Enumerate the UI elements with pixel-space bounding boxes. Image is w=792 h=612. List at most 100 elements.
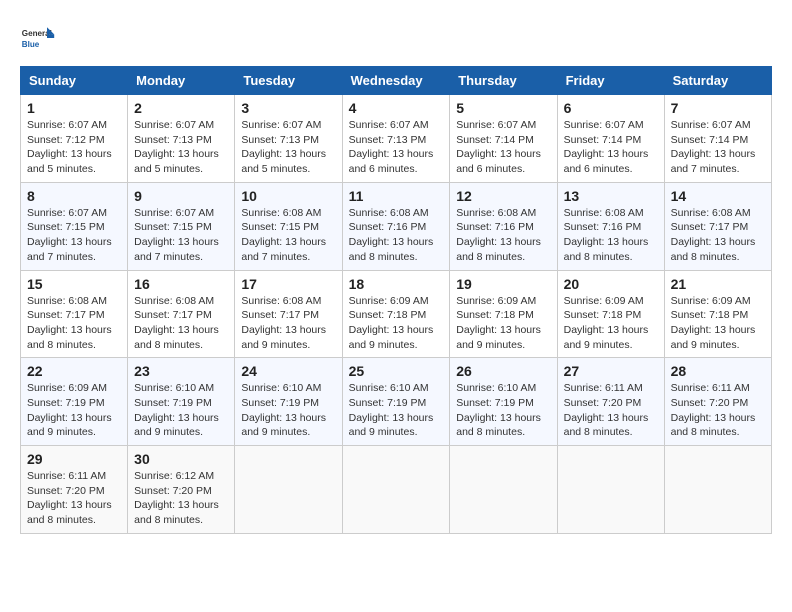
day-number: 3 — [241, 100, 335, 116]
calendar-table: SundayMondayTuesdayWednesdayThursdayFrid… — [20, 66, 772, 534]
calendar-week-row: 8 Sunrise: 6:07 AMSunset: 7:15 PMDaylight… — [21, 182, 772, 270]
day-number: 1 — [27, 100, 121, 116]
column-header-tuesday: Tuesday — [235, 67, 342, 95]
calendar-cell: 9Sunrise: 6:07 AMSunset: 7:15 PMDaylight… — [128, 182, 235, 270]
day-number: 19 — [456, 276, 550, 292]
calendar-cell: 1 Sunrise: 6:07 AMSunset: 7:12 PMDaylight… — [21, 95, 128, 183]
day-info: Sunrise: 6:10 AMSunset: 7:19 PMDaylight:… — [134, 381, 228, 440]
day-number: 17 — [241, 276, 335, 292]
day-info: Sunrise: 6:09 AMSunset: 7:18 PMDaylight:… — [456, 294, 550, 353]
day-number: 15 — [27, 276, 121, 292]
day-info: Sunrise: 6:07 AMSunset: 7:13 PMDaylight:… — [349, 118, 444, 177]
day-number: 21 — [671, 276, 765, 292]
column-header-friday: Friday — [557, 67, 664, 95]
day-number: 6 — [564, 100, 658, 116]
day-info: Sunrise: 6:10 AMSunset: 7:19 PMDaylight:… — [241, 381, 335, 440]
logo-icon: General Blue — [20, 20, 56, 56]
day-number: 9 — [134, 188, 228, 204]
day-number: 5 — [456, 100, 550, 116]
day-number: 27 — [564, 363, 658, 379]
calendar-cell: 2 Sunrise: 6:07 AMSunset: 7:13 PMDaylight… — [128, 95, 235, 183]
day-info: Sunrise: 6:07 AMSunset: 7:13 PMDaylight:… — [134, 118, 228, 177]
day-number: 26 — [456, 363, 550, 379]
day-info: Sunrise: 6:11 AMSunset: 7:20 PMDaylight:… — [27, 469, 121, 528]
calendar-cell: 21 Sunrise: 6:09 AMSunset: 7:18 PMDayligh… — [664, 270, 771, 358]
day-info: Sunrise: 6:07 AMSunset: 7:14 PMDaylight:… — [564, 118, 658, 177]
day-info: Sunrise: 6:07 AMSunset: 7:15 PMDaylight:… — [27, 206, 121, 265]
column-header-thursday: Thursday — [450, 67, 557, 95]
day-info: Sunrise: 6:09 AMSunset: 7:18 PMDaylight:… — [671, 294, 765, 353]
day-number: 11 — [349, 188, 444, 204]
calendar-cell: 23 Sunrise: 6:10 AMSunset: 7:19 PMDayligh… — [128, 358, 235, 446]
day-info: Sunrise: 6:07 AMSunset: 7:13 PMDaylight:… — [241, 118, 335, 177]
day-info: Sunrise: 6:07 AMSunset: 7:14 PMDaylight:… — [671, 118, 765, 177]
day-number: 4 — [349, 100, 444, 116]
calendar-cell: 6 Sunrise: 6:07 AMSunset: 7:14 PMDaylight… — [557, 95, 664, 183]
day-number: 28 — [671, 363, 765, 379]
day-number: 7 — [671, 100, 765, 116]
calendar-cell: 19 Sunrise: 6:09 AMSunset: 7:18 PMDayligh… — [450, 270, 557, 358]
day-info: Sunrise: 6:09 AMSunset: 7:19 PMDaylight:… — [27, 381, 121, 440]
calendar-cell: 20 Sunrise: 6:09 AMSunset: 7:18 PMDayligh… — [557, 270, 664, 358]
calendar-cell: 7 Sunrise: 6:07 AMSunset: 7:14 PMDaylight… — [664, 95, 771, 183]
svg-text:Blue: Blue — [22, 40, 40, 49]
column-header-saturday: Saturday — [664, 67, 771, 95]
calendar-cell — [235, 446, 342, 534]
calendar-cell: 10Sunrise: 6:08 AMSunset: 7:15 PMDayligh… — [235, 182, 342, 270]
day-info: Sunrise: 6:11 AMSunset: 7:20 PMDaylight:… — [671, 381, 765, 440]
day-info: Sunrise: 6:07 AMSunset: 7:14 PMDaylight:… — [456, 118, 550, 177]
calendar-cell: 15 Sunrise: 6:08 AMSunset: 7:17 PMDayligh… — [21, 270, 128, 358]
page-header: General Blue — [20, 20, 772, 56]
day-info: Sunrise: 6:08 AMSunset: 7:17 PMDaylight:… — [134, 294, 228, 353]
day-number: 29 — [27, 451, 121, 467]
day-number: 22 — [27, 363, 121, 379]
day-number: 23 — [134, 363, 228, 379]
calendar-header-row: SundayMondayTuesdayWednesdayThursdayFrid… — [21, 67, 772, 95]
day-info: Sunrise: 6:12 AMSunset: 7:20 PMDaylight:… — [134, 469, 228, 528]
day-number: 8 — [27, 188, 121, 204]
calendar-cell: 12 Sunrise: 6:08 AMSunset: 7:16 PMDayligh… — [450, 182, 557, 270]
calendar-cell: 16 Sunrise: 6:08 AMSunset: 7:17 PMDayligh… — [128, 270, 235, 358]
day-number: 16 — [134, 276, 228, 292]
calendar-cell: 29 Sunrise: 6:11 AMSunset: 7:20 PMDayligh… — [21, 446, 128, 534]
column-header-monday: Monday — [128, 67, 235, 95]
calendar-cell: 25Sunrise: 6:10 AMSunset: 7:19 PMDayligh… — [342, 358, 450, 446]
calendar-cell: 3 Sunrise: 6:07 AMSunset: 7:13 PMDaylight… — [235, 95, 342, 183]
calendar-cell: 13 Sunrise: 6:08 AMSunset: 7:16 PMDayligh… — [557, 182, 664, 270]
logo: General Blue — [20, 20, 60, 56]
day-info: Sunrise: 6:07 AMSunset: 7:12 PMDaylight:… — [27, 118, 121, 177]
day-number: 20 — [564, 276, 658, 292]
day-info: Sunrise: 6:08 AMSunset: 7:16 PMDaylight:… — [564, 206, 658, 265]
column-header-wednesday: Wednesday — [342, 67, 450, 95]
day-number: 14 — [671, 188, 765, 204]
column-header-sunday: Sunday — [21, 67, 128, 95]
day-number: 18 — [349, 276, 444, 292]
day-info: Sunrise: 6:10 AMSunset: 7:19 PMDaylight:… — [349, 381, 444, 440]
day-number: 24 — [241, 363, 335, 379]
calendar-cell — [342, 446, 450, 534]
calendar-cell: 26Sunrise: 6:10 AMSunset: 7:19 PMDayligh… — [450, 358, 557, 446]
day-info: Sunrise: 6:08 AMSunset: 7:17 PMDaylight:… — [27, 294, 121, 353]
calendar-cell: 28 Sunrise: 6:11 AMSunset: 7:20 PMDayligh… — [664, 358, 771, 446]
calendar-cell: 30Sunrise: 6:12 AMSunset: 7:20 PMDayligh… — [128, 446, 235, 534]
calendar-cell: 17 Sunrise: 6:08 AMSunset: 7:17 PMDayligh… — [235, 270, 342, 358]
day-info: Sunrise: 6:08 AMSunset: 7:16 PMDaylight:… — [456, 206, 550, 265]
calendar-week-row: 15 Sunrise: 6:08 AMSunset: 7:17 PMDayligh… — [21, 270, 772, 358]
day-number: 12 — [456, 188, 550, 204]
calendar-cell: 8 Sunrise: 6:07 AMSunset: 7:15 PMDaylight… — [21, 182, 128, 270]
calendar-week-row: 22 Sunrise: 6:09 AMSunset: 7:19 PMDayligh… — [21, 358, 772, 446]
day-info: Sunrise: 6:11 AMSunset: 7:20 PMDaylight:… — [564, 381, 658, 440]
day-number: 13 — [564, 188, 658, 204]
calendar-cell: 18 Sunrise: 6:09 AMSunset: 7:18 PMDayligh… — [342, 270, 450, 358]
day-number: 2 — [134, 100, 228, 116]
day-info: Sunrise: 6:08 AMSunset: 7:15 PMDaylight:… — [241, 206, 335, 265]
calendar-cell: 5 Sunrise: 6:07 AMSunset: 7:14 PMDaylight… — [450, 95, 557, 183]
day-info: Sunrise: 6:09 AMSunset: 7:18 PMDaylight:… — [564, 294, 658, 353]
calendar-cell: 4 Sunrise: 6:07 AMSunset: 7:13 PMDaylight… — [342, 95, 450, 183]
day-info: Sunrise: 6:09 AMSunset: 7:18 PMDaylight:… — [349, 294, 444, 353]
calendar-cell: 24 Sunrise: 6:10 AMSunset: 7:19 PMDayligh… — [235, 358, 342, 446]
calendar-cell: 27 Sunrise: 6:11 AMSunset: 7:20 PMDayligh… — [557, 358, 664, 446]
day-info: Sunrise: 6:08 AMSunset: 7:17 PMDaylight:… — [241, 294, 335, 353]
calendar-cell — [557, 446, 664, 534]
calendar-week-row: 1 Sunrise: 6:07 AMSunset: 7:12 PMDaylight… — [21, 95, 772, 183]
